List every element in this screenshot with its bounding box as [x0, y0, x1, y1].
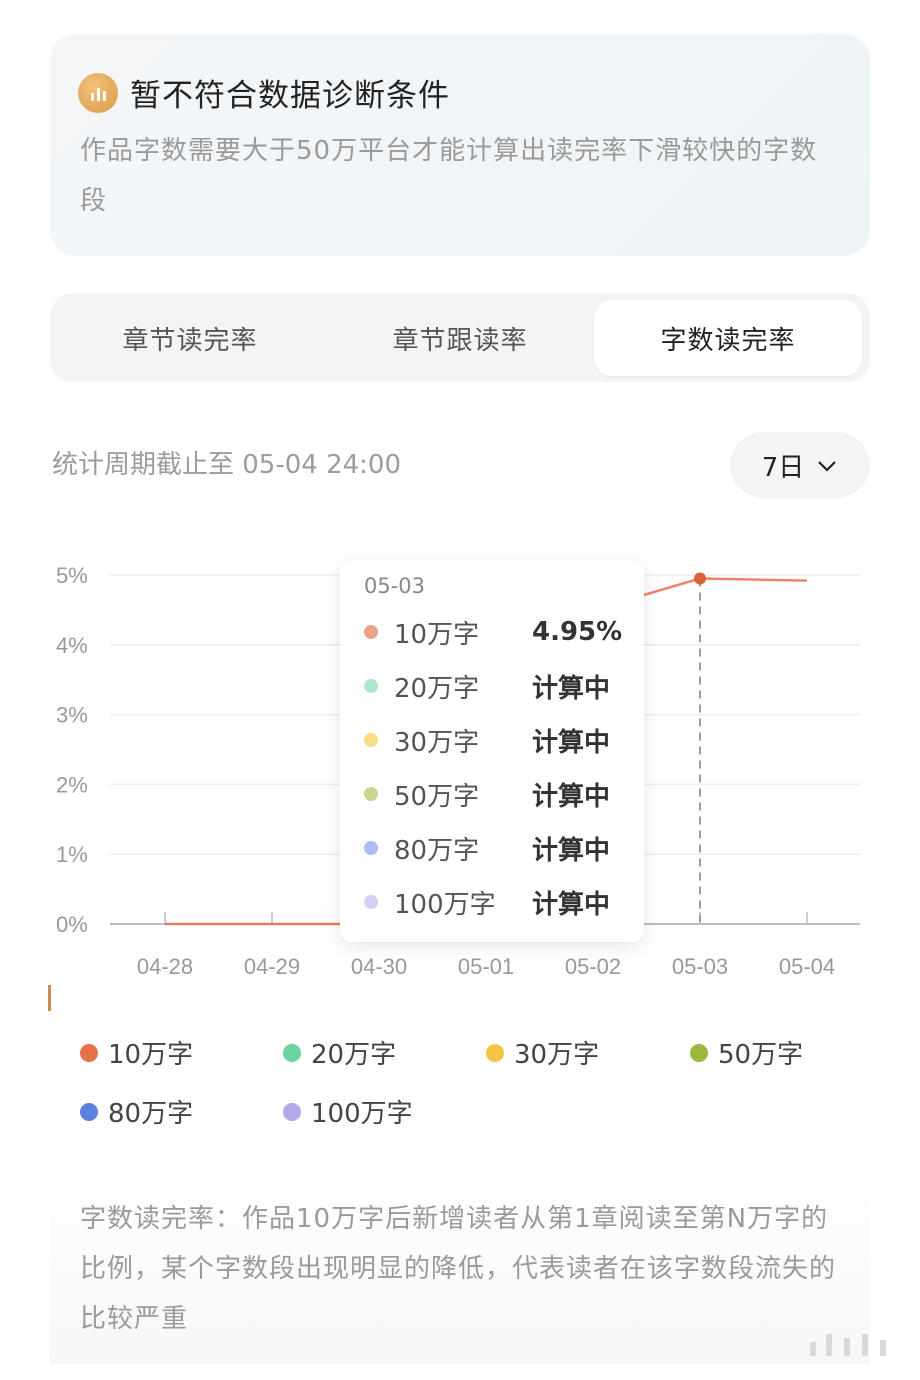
accent-marker	[48, 985, 51, 1011]
tooltip-row-value: 计算中	[532, 781, 611, 812]
series-dot	[364, 841, 378, 855]
y-tick-label: 4%	[56, 633, 88, 658]
legend-label: 20万字	[311, 1040, 397, 1070]
chevron-down-icon	[816, 450, 838, 480]
tooltip-row-value: 计算中	[532, 835, 611, 866]
chart-tooltip: 05-03 10万字 4.95% 20万字 计算中 30万字 计算中 50万字 …	[340, 560, 644, 942]
legend-item[interactable]: 10万字	[80, 1034, 193, 1071]
highlight-point	[694, 572, 706, 585]
tooltip-row-value: 计算中	[532, 889, 611, 920]
legend-dot	[690, 1043, 708, 1062]
legend-item[interactable]: 50万字	[690, 1034, 803, 1071]
x-tick-label: 05-04	[779, 954, 835, 979]
tooltip-row: 50万字 计算中	[364, 774, 634, 814]
x-tick-label: 04-30	[351, 954, 407, 979]
series-dot	[364, 733, 378, 747]
metric-description: 字数读完率：作品10万字后新增读者从第1章阅读至第N万字的比例，某个字数段出现明…	[80, 1204, 837, 1334]
metric-tabs: 章节读完率 章节跟读率 字数读完率	[50, 294, 870, 382]
bar-chart-icon	[78, 72, 118, 113]
legend-item[interactable]: 100万字	[283, 1093, 413, 1130]
range-select[interactable]: 7日	[730, 432, 870, 498]
tooltip-row-label: 20万字	[394, 673, 480, 704]
period-label: 统计周期截止至 05-04 24:00	[52, 450, 402, 480]
tooltip-row-label: 100万字	[394, 889, 496, 920]
notice-title-row: 暂不符合数据诊断条件	[78, 70, 450, 115]
watermark-mark	[806, 1334, 902, 1356]
tooltip-row: 100万字 计算中	[364, 882, 634, 922]
tooltip-row: 30万字 计算中	[364, 720, 634, 760]
y-tick-label: 1%	[56, 842, 88, 867]
x-tick-label: 05-03	[672, 954, 728, 979]
legend-dot	[80, 1102, 98, 1121]
tooltip-row: 10万字 4.95%	[364, 612, 634, 652]
tab-word-count-completion[interactable]: 字数读完率	[594, 300, 862, 376]
legend-dot	[283, 1102, 301, 1121]
legend-item[interactable]: 20万字	[283, 1034, 396, 1071]
legend-label: 100万字	[311, 1099, 413, 1129]
tooltip-row-label: 10万字	[394, 619, 480, 650]
series-dot	[364, 679, 378, 693]
legend-label: 10万字	[108, 1040, 194, 1070]
tooltip-row: 80万字 计算中	[364, 828, 634, 868]
legend-label: 30万字	[514, 1040, 600, 1070]
y-tick-label: 2%	[56, 772, 88, 797]
notice-card: 暂不符合数据诊断条件 作品字数需要大于50万平台才能计算出读完率下滑较快的字数段	[50, 34, 870, 256]
legend-label: 80万字	[108, 1099, 194, 1129]
series-dot	[364, 895, 378, 909]
range-select-value: 7日	[761, 452, 805, 483]
notice-body: 作品字数需要大于50万平台才能计算出读完率下滑较快的字数段	[80, 136, 818, 216]
tab-chapter-follow[interactable]: 章节跟读率	[326, 300, 594, 376]
legend-item[interactable]: 80万字	[80, 1093, 193, 1130]
tooltip-row: 20万字 计算中	[364, 666, 634, 706]
legend-label: 50万字	[718, 1040, 804, 1070]
tab-chapter-completion[interactable]: 章节读完率	[56, 300, 324, 376]
tooltip-row-label: 80万字	[394, 835, 480, 866]
legend-item[interactable]: 30万字	[486, 1034, 599, 1071]
legend-dot	[80, 1043, 98, 1062]
y-tick-label: 5%	[56, 563, 88, 588]
x-tick-label: 04-28	[137, 954, 193, 979]
tooltip-row-value: 4.95%	[532, 617, 623, 647]
y-tick-label: 3%	[56, 703, 88, 728]
series-dot	[364, 787, 378, 801]
legend-dot	[486, 1043, 504, 1062]
x-tick-label: 05-02	[565, 954, 621, 979]
tooltip-date: 05-03	[364, 574, 426, 598]
tooltip-row-value: 计算中	[532, 673, 611, 704]
notice-title: 暂不符合数据诊断条件	[130, 78, 450, 114]
metric-description-card: 字数读完率：作品10万字后新增读者从第1章阅读至第N万字的比例，某个字数段出现明…	[50, 1168, 870, 1364]
tooltip-row-value: 计算中	[532, 727, 611, 758]
legend-dot	[283, 1043, 301, 1062]
tooltip-row-label: 50万字	[394, 781, 480, 812]
series-dot	[364, 625, 378, 639]
y-tick-label: 0%	[56, 912, 88, 937]
x-tick-label: 04-29	[244, 954, 300, 979]
tooltip-row-label: 30万字	[394, 727, 480, 758]
x-tick-label: 05-01	[458, 954, 514, 979]
